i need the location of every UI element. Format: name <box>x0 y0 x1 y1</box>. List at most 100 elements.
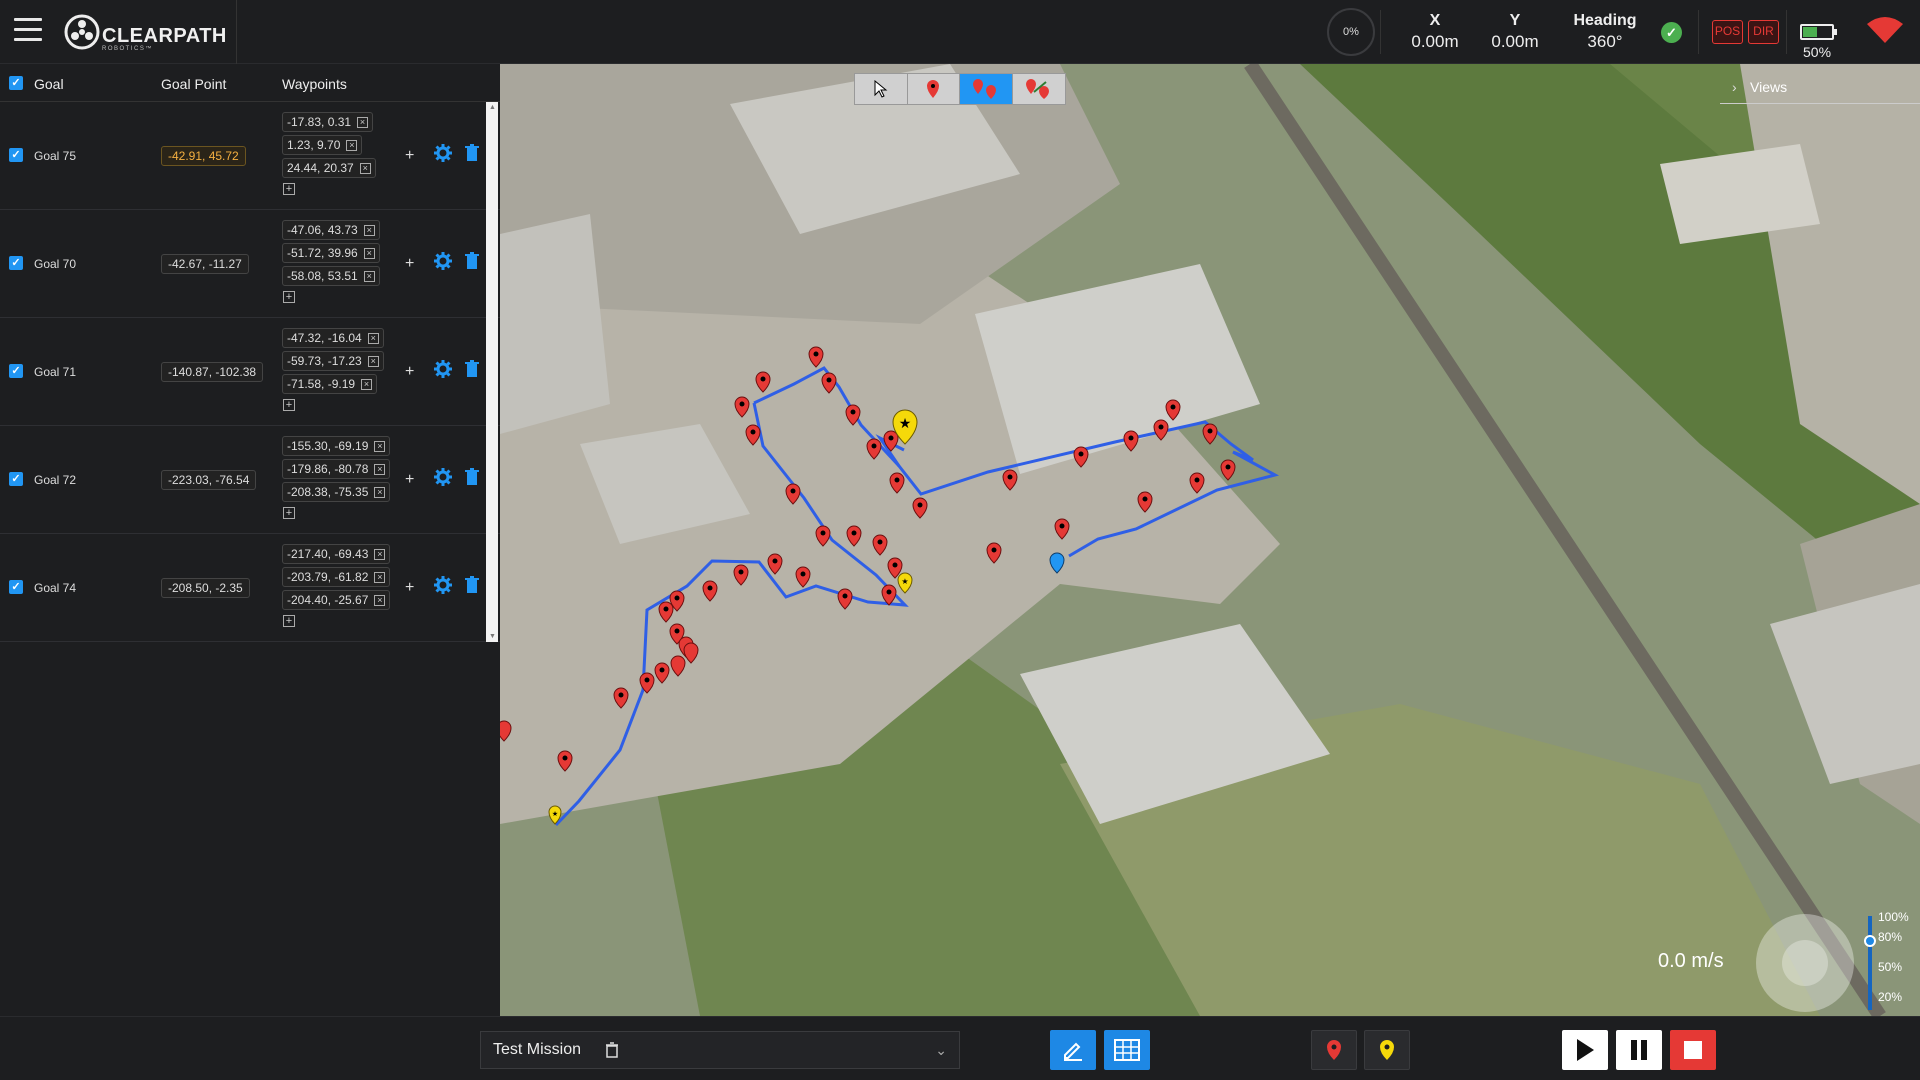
goal-point[interactable]: -42.67, -11.27 <box>161 254 249 274</box>
waypoint-markers[interactable]: ★ ★ ★ <box>500 64 1920 1016</box>
remove-waypoint-icon[interactable]: × <box>363 224 375 236</box>
remove-waypoint-icon[interactable]: × <box>363 247 375 259</box>
map-view[interactable]: ★ ★ ★ › Views 0.0 m/s 100% 80% 50% 20% <box>500 64 1920 1016</box>
waypoint-coords: -58.08, 53.51 <box>287 269 358 283</box>
remove-waypoint-icon[interactable]: × <box>367 332 379 344</box>
scroll-down-icon[interactable]: ▼ <box>489 633 496 640</box>
goal-row[interactable]: ✓ Goal 75 -42.91, 45.72 -17.83, 0.31 × 1.2… <box>0 102 500 210</box>
waypoint-chip[interactable]: -155.30, -69.19 × <box>282 436 391 456</box>
remove-waypoint-icon[interactable]: × <box>374 440 386 452</box>
scroll-up-icon[interactable]: ▲ <box>489 104 496 111</box>
remove-waypoint-icon[interactable]: × <box>357 116 369 128</box>
play-button[interactable] <box>1562 1030 1608 1070</box>
stop-button[interactable] <box>1670 1030 1716 1070</box>
waypoint-chip[interactable]: -179.86, -80.78 × <box>282 459 391 479</box>
goal-row[interactable]: ✓ Goal 70 -42.67, -11.27 -47.06, 43.73 × -… <box>0 210 500 318</box>
add-waypoint-icon[interactable]: + <box>283 399 295 411</box>
goal-checkbox[interactable]: ✓ <box>9 256 23 270</box>
pause-button[interactable] <box>1616 1030 1662 1070</box>
remove-waypoint-icon[interactable]: × <box>374 486 386 498</box>
joystick-knob[interactable] <box>1782 940 1828 986</box>
waypoint-chip[interactable]: -71.58, -9.19 × <box>282 374 378 394</box>
waypoint-chip[interactable]: -208.38, -75.35 × <box>282 482 391 502</box>
remove-waypoint-icon[interactable]: × <box>374 463 386 475</box>
add-waypoint-icon[interactable]: + <box>283 183 295 195</box>
add-icon[interactable]: + <box>405 147 414 165</box>
waypoint-coords: -217.40, -69.43 <box>287 547 369 561</box>
add-goal-button[interactable] <box>1364 1030 1410 1070</box>
remove-waypoint-icon[interactable]: × <box>374 548 386 560</box>
waypoint-chip[interactable]: -204.40, -25.67 × <box>282 590 391 610</box>
goal-point[interactable]: -140.87, -102.38 <box>161 362 264 382</box>
gear-icon[interactable] <box>434 576 452 594</box>
goal-point[interactable]: -42.91, 45.72 <box>161 146 246 166</box>
add-icon[interactable]: + <box>405 579 414 597</box>
dir-indicator: DIR <box>1748 20 1779 44</box>
waypoint-chip[interactable]: -58.08, 53.51 × <box>282 266 380 286</box>
goal-checkbox[interactable]: ✓ <box>9 364 23 378</box>
remove-waypoint-icon[interactable]: × <box>359 162 371 174</box>
trash-icon[interactable] <box>465 144 479 162</box>
gear-icon[interactable] <box>434 144 452 162</box>
trash-icon[interactable] <box>465 252 479 270</box>
joystick[interactable] <box>1756 914 1854 1012</box>
views-toggle[interactable]: › Views <box>1720 74 1920 104</box>
goals-scrollbar[interactable]: ▲ ▼ <box>486 102 498 642</box>
add-waypoint-icon[interactable]: + <box>283 615 295 627</box>
goal-row[interactable]: ✓ Goal 72 -223.03, -76.54 -155.30, -69.1… <box>0 426 500 534</box>
waypoint-chip[interactable]: 1.23, 9.70 × <box>282 135 363 155</box>
speed-level-label: 100% <box>1878 910 1909 924</box>
select-all-checkbox[interactable]: ✓ <box>9 76 23 90</box>
edit-button[interactable] <box>1050 1030 1096 1070</box>
multi-waypoint-icon[interactable] <box>960 74 1013 104</box>
gear-icon[interactable] <box>434 360 452 378</box>
cursor-icon[interactable] <box>855 74 908 104</box>
grid-button[interactable] <box>1104 1030 1150 1070</box>
goal-point[interactable]: -223.03, -76.54 <box>161 470 257 490</box>
goal-row[interactable]: ✓ Goal 74 -208.50, -2.35 -217.40, -69.43… <box>0 534 500 642</box>
hamburger-menu-icon[interactable] <box>14 18 42 44</box>
waypoint-chip[interactable]: -217.40, -69.43 × <box>282 544 391 564</box>
trash-icon[interactable] <box>465 360 479 378</box>
add-waypoint-icon[interactable]: + <box>283 291 295 303</box>
mission-select[interactable]: Test Mission ⌄ <box>480 1031 960 1069</box>
x-label: X <box>1429 12 1441 29</box>
waypoint-coords: -179.86, -80.78 <box>287 462 369 476</box>
remove-waypoint-icon[interactable]: × <box>361 378 373 390</box>
svg-text:★: ★ <box>552 810 558 818</box>
goal-checkbox[interactable]: ✓ <box>9 472 23 486</box>
gear-icon[interactable] <box>434 468 452 486</box>
waypoint-chip[interactable]: -47.32, -16.04 × <box>282 328 384 348</box>
add-icon[interactable]: + <box>405 363 414 381</box>
add-icon[interactable]: + <box>405 471 414 489</box>
gear-icon[interactable] <box>434 252 452 270</box>
goal-point[interactable]: -208.50, -2.35 <box>161 578 250 598</box>
goal-checkbox[interactable]: ✓ <box>9 580 23 594</box>
delete-mission-icon[interactable] <box>605 1042 619 1058</box>
goal-checkbox[interactable]: ✓ <box>9 148 23 162</box>
waypoint-chip[interactable]: -59.73, -17.23 × <box>282 351 384 371</box>
waypoint-icon[interactable] <box>908 74 960 104</box>
add-waypoint-icon[interactable]: + <box>283 507 295 519</box>
route-edit-icon[interactable] <box>1013 74 1066 104</box>
trash-icon[interactable] <box>465 468 479 486</box>
speed-limit-handle[interactable] <box>1864 934 1876 947</box>
remove-waypoint-icon[interactable]: × <box>367 355 379 367</box>
speed-limit-slider[interactable] <box>1864 916 1876 1010</box>
remove-waypoint-icon[interactable]: × <box>363 270 375 282</box>
waypoint-coords: -47.06, 43.73 <box>287 223 358 237</box>
waypoint-chip[interactable]: -17.83, 0.31 × <box>282 112 374 132</box>
remove-waypoint-icon[interactable]: × <box>374 594 386 606</box>
waypoint-chip[interactable]: -203.79, -61.82 × <box>282 567 391 587</box>
trash-icon[interactable] <box>465 576 479 594</box>
waypoint-chip[interactable]: -47.06, 43.73 × <box>282 220 380 240</box>
remove-waypoint-icon[interactable]: × <box>374 571 386 583</box>
pencil-icon <box>1064 1042 1082 1061</box>
waypoint-chip[interactable]: 24.44, 20.37 × <box>282 158 376 178</box>
goal-name: Goal 75 <box>34 149 77 163</box>
add-waypoint-button[interactable] <box>1311 1030 1357 1070</box>
waypoint-chip[interactable]: -51.72, 39.96 × <box>282 243 380 263</box>
add-icon[interactable]: + <box>405 255 414 273</box>
goal-row[interactable]: ✓ Goal 71 -140.87, -102.38 -47.32, -16.0… <box>0 318 500 426</box>
remove-waypoint-icon[interactable]: × <box>346 139 358 151</box>
